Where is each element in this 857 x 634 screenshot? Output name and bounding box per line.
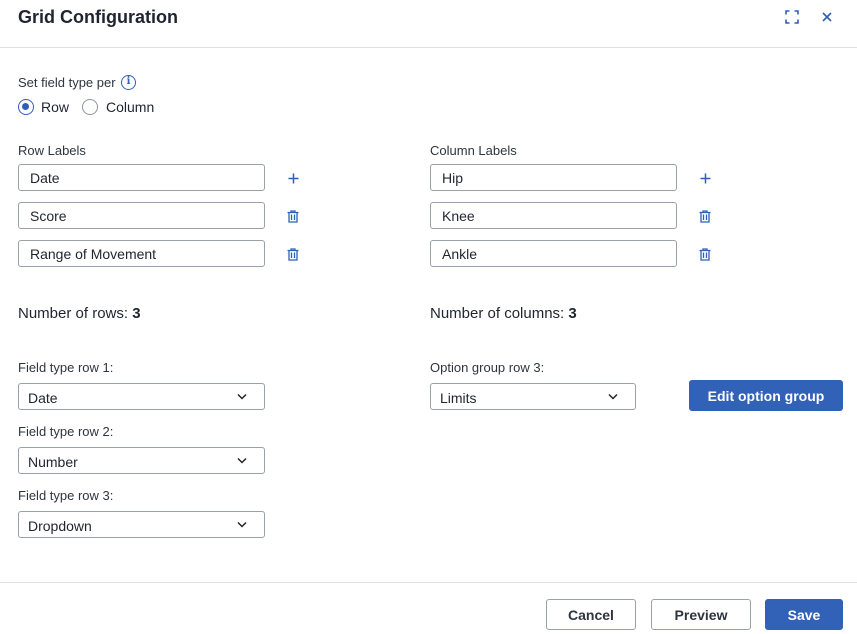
dialog-title: Grid Configuration xyxy=(18,7,178,27)
delete-column-3-trash-icon[interactable] xyxy=(697,246,713,262)
delete-column-2-trash-icon[interactable] xyxy=(697,208,713,224)
chevron-down-icon xyxy=(237,521,247,528)
row-label-input-1[interactable] xyxy=(18,164,265,191)
option-group-value: Limits xyxy=(440,390,477,406)
add-row-plus-icon[interactable] xyxy=(285,170,301,186)
column-label-input-2[interactable] xyxy=(430,202,677,229)
chevron-down-icon xyxy=(608,393,618,400)
option-group-label: Option group row 3: xyxy=(430,360,545,375)
footer-divider xyxy=(0,582,857,583)
number-of-rows-label: Number of rows: xyxy=(18,305,129,322)
field-type-row-1-value: Date xyxy=(28,390,58,406)
field-type-row-2-select[interactable]: Number xyxy=(18,447,265,474)
radio-column-label[interactable]: Column xyxy=(106,99,154,115)
close-icon[interactable] xyxy=(818,8,836,26)
field-type-per-label: Set field type per xyxy=(18,75,116,90)
edit-option-group-button[interactable]: Edit option group xyxy=(689,380,843,411)
row-label-input-2[interactable] xyxy=(18,202,265,229)
number-of-rows-value: 3 xyxy=(132,305,141,322)
number-of-columns: Number of columns: 3 xyxy=(430,305,577,322)
delete-row-2-trash-icon[interactable] xyxy=(285,208,301,224)
chevron-down-icon xyxy=(237,457,247,464)
dialog-header: Grid Configuration xyxy=(0,0,857,48)
number-of-columns-value: 3 xyxy=(568,305,577,322)
preview-button[interactable]: Preview xyxy=(651,599,751,630)
field-type-row-3-value: Dropdown xyxy=(28,518,92,534)
info-icon[interactable]: i xyxy=(121,75,136,90)
radio-row[interactable] xyxy=(18,99,34,115)
option-group-select[interactable]: Limits xyxy=(430,383,636,410)
number-of-rows: Number of rows: 3 xyxy=(18,305,141,322)
save-button[interactable]: Save xyxy=(765,599,843,630)
row-labels-heading: Row Labels xyxy=(18,143,86,158)
expand-icon[interactable] xyxy=(783,8,801,26)
delete-row-3-trash-icon[interactable] xyxy=(285,246,301,262)
field-type-row-1-label: Field type row 1: xyxy=(18,360,114,375)
number-of-columns-label: Number of columns: xyxy=(430,305,565,322)
add-column-plus-icon[interactable] xyxy=(697,170,713,186)
radio-column[interactable] xyxy=(82,99,98,115)
field-type-row-2-value: Number xyxy=(28,454,78,470)
chevron-down-icon xyxy=(237,393,247,400)
column-label-input-3[interactable] xyxy=(430,240,677,267)
field-type-row-2-label: Field type row 2: xyxy=(18,424,114,439)
column-labels-heading: Column Labels xyxy=(430,143,517,158)
column-label-input-1[interactable] xyxy=(430,164,677,191)
cancel-button[interactable]: Cancel xyxy=(546,599,636,630)
field-type-row-1-select[interactable]: Date xyxy=(18,383,265,410)
radio-row-label[interactable]: Row xyxy=(41,99,69,115)
field-type-row-3-label: Field type row 3: xyxy=(18,488,114,503)
row-label-input-3[interactable] xyxy=(18,240,265,267)
field-type-row-3-select[interactable]: Dropdown xyxy=(18,511,265,538)
